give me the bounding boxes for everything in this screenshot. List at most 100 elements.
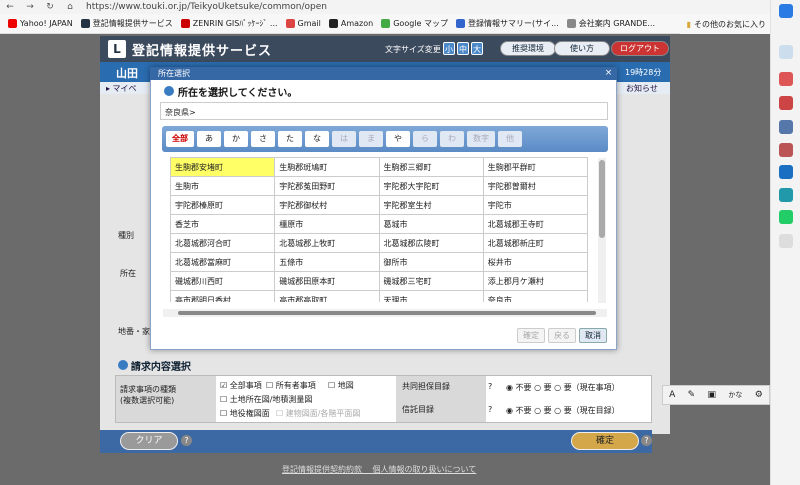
tools-icon[interactable] <box>779 96 793 110</box>
search-icon[interactable] <box>779 45 793 59</box>
dialog-cancel-button[interactable]: 取消 <box>579 328 607 343</box>
location-cell[interactable]: 五條市 <box>274 252 380 272</box>
office-icon[interactable] <box>779 143 793 157</box>
bookmark-item[interactable]: ZENRIN GISﾊﾟｯｹｰｼﾞ ... <box>180 18 278 29</box>
location-cell[interactable]: 橿原市 <box>274 214 380 234</box>
outlook-icon[interactable] <box>779 165 793 179</box>
font-small-button[interactable]: 小 <box>443 42 455 55</box>
trust-options[interactable]: ◉ 不要 ○ 要 ○ 要（現在目録） <box>506 405 620 416</box>
help-button[interactable]: 使い方 <box>554 41 610 56</box>
shopping-icon[interactable] <box>779 72 793 86</box>
location-cell[interactable]: 高市郡明日香村 <box>170 290 276 302</box>
mypage-link[interactable]: ▸ マイペ <box>106 83 137 94</box>
location-cell[interactable]: 桜井市 <box>482 252 588 272</box>
clear-button[interactable]: クリア <box>120 432 178 450</box>
tab-0[interactable]: 全部 <box>166 131 194 147</box>
spotify-icon[interactable] <box>779 210 793 224</box>
location-cell[interactable]: 北葛城郡上牧町 <box>274 233 380 253</box>
location-cell[interactable]: 磯城郡川西町 <box>170 271 276 291</box>
location-cell[interactable]: 宇陀郡大宇陀町 <box>378 176 484 196</box>
location-cell[interactable]: 香芝市 <box>170 214 276 234</box>
location-cell[interactable]: 生駒郡斑鳩町 <box>274 157 380 177</box>
check-owner[interactable]: ☐ 所有者事項 <box>266 380 316 391</box>
tab-5[interactable]: な <box>305 131 329 147</box>
location-cell[interactable]: 北葛城郡王寺町 <box>482 214 588 234</box>
reader-icon[interactable]: ▣ <box>708 390 717 400</box>
games-icon[interactable] <box>779 120 793 134</box>
home-icon[interactable]: ⌂ <box>60 2 80 12</box>
notices-link[interactable]: お知らせ <box>626 83 658 94</box>
location-cell[interactable]: 北葛城郡新庄町 <box>482 233 588 253</box>
location-cell[interactable]: 宇陀郡菟田野町 <box>274 176 380 196</box>
check-land-survey[interactable]: ☐ 土地所在図/地積測量図 <box>220 394 312 405</box>
location-cell[interactable]: 生駒市 <box>170 176 276 196</box>
check-easement[interactable]: ☐ 地役権図面 <box>220 408 270 419</box>
location-cell[interactable]: 北葛城郡當麻町 <box>170 252 276 272</box>
bookmark-item[interactable]: 登録情報サマリー(サイ... <box>456 18 559 29</box>
send-icon[interactable] <box>779 188 793 202</box>
location-cell[interactable]: 宇陀郡榛原町 <box>170 195 276 215</box>
trust-help[interactable]: ? <box>488 405 492 414</box>
kana-icon[interactable]: かな <box>728 390 742 400</box>
font-medium-button[interactable]: 中 <box>457 42 469 55</box>
check-all[interactable]: ☑ 全部事項 <box>220 380 262 391</box>
bookmark-item[interactable]: Gmail <box>285 19 321 28</box>
check-map[interactable]: ☐ 地図 <box>328 380 354 391</box>
confirm-help-icon[interactable]: ? <box>641 435 652 446</box>
back-icon[interactable]: ← <box>0 2 20 12</box>
tab-10[interactable]: わ <box>440 131 464 147</box>
bookmark-item[interactable]: Amazon <box>328 19 373 28</box>
vertical-scroll-thumb[interactable] <box>599 160 605 238</box>
location-cell[interactable]: 御所市 <box>378 252 484 272</box>
location-cell[interactable]: 宇陀郡曽爾村 <box>482 176 588 196</box>
tab-12[interactable]: 他 <box>498 131 522 147</box>
tab-11[interactable]: 数字 <box>467 131 495 147</box>
dialog-back-button[interactable]: 戻る <box>548 328 576 343</box>
tab-8[interactable]: や <box>386 131 410 147</box>
location-cell[interactable]: 生駒郡三郷町 <box>378 157 484 177</box>
footer-links[interactable]: 登記情報提供契約約款 個人情報の取り扱いについて <box>282 464 476 475</box>
location-cell[interactable]: 宇陀市 <box>482 195 588 215</box>
joint-help[interactable]: ? <box>488 382 492 391</box>
location-cell[interactable]: 添上郡月ケ瀬村 <box>482 271 588 291</box>
location-cell[interactable]: 奈良市 <box>482 290 588 302</box>
location-cell[interactable]: 生駒郡平群町 <box>482 157 588 177</box>
tab-9[interactable]: ら <box>413 131 437 147</box>
location-cell[interactable]: 磯城郡三宅町 <box>378 271 484 291</box>
location-cell[interactable]: 磯城郡田原本町 <box>274 271 380 291</box>
tab-1[interactable]: あ <box>197 131 221 147</box>
location-cell[interactable]: 北葛城郡河合町 <box>170 233 276 253</box>
pointer-icon[interactable]: ✎ <box>688 390 696 400</box>
settings-icon[interactable]: ⚙ <box>755 390 763 400</box>
dialog-confirm-button[interactable]: 確定 <box>517 328 545 343</box>
check-building-plan[interactable]: ☐ 建物図面/各階平面図 <box>276 408 360 419</box>
location-cell[interactable]: 宇陀郡室生村 <box>378 195 484 215</box>
address-bar[interactable]: ← → ↻ ⌂ https://www.touki.or.jp/TeikyoUk… <box>0 0 770 14</box>
add-icon[interactable] <box>779 234 793 248</box>
url-text[interactable]: https://www.touki.or.jp/TeikyoUketsuke/c… <box>86 2 770 12</box>
recommended-env-button[interactable]: 推奨環境 <box>500 41 556 56</box>
location-cell[interactable]: 高市郡高取町 <box>274 290 380 302</box>
joint-options[interactable]: ◉ 不要 ○ 要 ○ 要（現在事項） <box>506 382 620 393</box>
main-confirm-button[interactable]: 確定 <box>571 432 639 450</box>
tab-3[interactable]: さ <box>251 131 275 147</box>
logout-button[interactable]: ログアウト <box>611 41 669 56</box>
tab-4[interactable]: た <box>278 131 302 147</box>
tab-7[interactable]: ま <box>359 131 383 147</box>
location-cell[interactable]: 生駒郡安堵町 <box>170 157 276 177</box>
bing-icon[interactable] <box>779 4 793 18</box>
bookmark-item[interactable]: Yahoo! JAPAN <box>8 19 73 28</box>
location-cell[interactable]: 北葛城郡広陵町 <box>378 233 484 253</box>
location-cell[interactable]: 宇陀郡御杖村 <box>274 195 380 215</box>
other-favorites[interactable]: ▮ その他のお気に入り <box>680 14 770 34</box>
location-cell[interactable]: 葛城市 <box>378 214 484 234</box>
bookmark-item[interactable]: Google マップ <box>381 18 448 29</box>
font-large-button[interactable]: 大 <box>471 42 483 55</box>
tab-6[interactable]: は <box>332 131 356 147</box>
refresh-icon[interactable]: ↻ <box>40 2 60 12</box>
forward-icon[interactable]: → <box>20 2 40 12</box>
text-size-icon[interactable]: A <box>669 390 675 400</box>
horizontal-scroll-thumb[interactable] <box>178 311 596 315</box>
bookmark-item[interactable]: 会社案内 GRANDE... <box>566 18 655 29</box>
clear-help-icon[interactable]: ? <box>181 435 192 446</box>
